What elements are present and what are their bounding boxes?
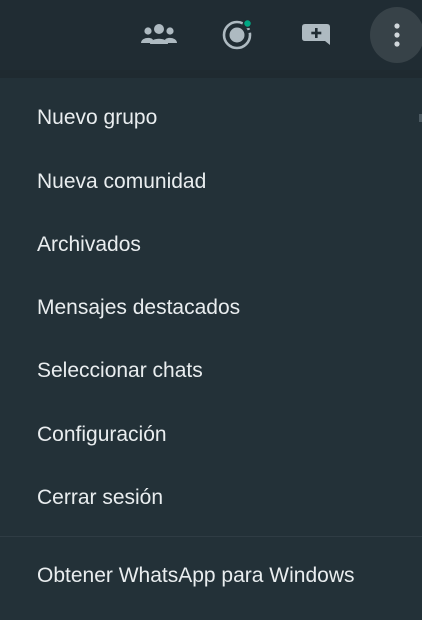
status-icon (219, 17, 255, 53)
menu-item-select-chats[interactable]: Seleccionar chats (0, 342, 422, 400)
menu-divider (0, 536, 422, 537)
menu-item-new-community[interactable]: Nueva comunidad (0, 153, 422, 211)
menu-item-get-whatsapp-windows[interactable]: Obtener WhatsApp para Windows (0, 547, 422, 605)
menu-item-starred-messages[interactable]: Mensajes destacados (0, 279, 422, 337)
chat-list-header (0, 0, 422, 70)
status-button[interactable] (212, 10, 262, 60)
menu-item-settings[interactable]: Configuración (0, 406, 422, 464)
new-chat-icon (300, 20, 334, 50)
new-chat-button[interactable] (292, 10, 342, 60)
menu-item-new-group[interactable]: Nuevo grupo (0, 89, 422, 147)
menu-item-label: Nuevo grupo (37, 106, 158, 129)
menu-item-label: Seleccionar chats (37, 359, 203, 382)
menu-icon (392, 20, 402, 50)
communities-button[interactable] (134, 10, 184, 60)
menu-item-label: Mensajes destacados (37, 296, 241, 319)
menu-item-label: Archivados (37, 233, 141, 256)
community-icon (139, 22, 179, 48)
menu-item-archived[interactable]: Archivados (0, 216, 422, 274)
dropdown-menu: Nuevo grupo Nueva comunidad Archivados M… (0, 78, 422, 620)
menu-button[interactable] (370, 7, 422, 63)
menu-item-log-out[interactable]: Cerrar sesión (0, 469, 422, 527)
menu-item-label: Obtener WhatsApp para Windows (37, 564, 355, 587)
menu-item-label: Configuración (37, 423, 167, 446)
menu-item-label: Nueva comunidad (37, 170, 207, 193)
whatsapp-menu-screen: Nuevo grupo Nueva comunidad Archivados M… (0, 0, 422, 620)
menu-item-label: Cerrar sesión (37, 486, 164, 509)
